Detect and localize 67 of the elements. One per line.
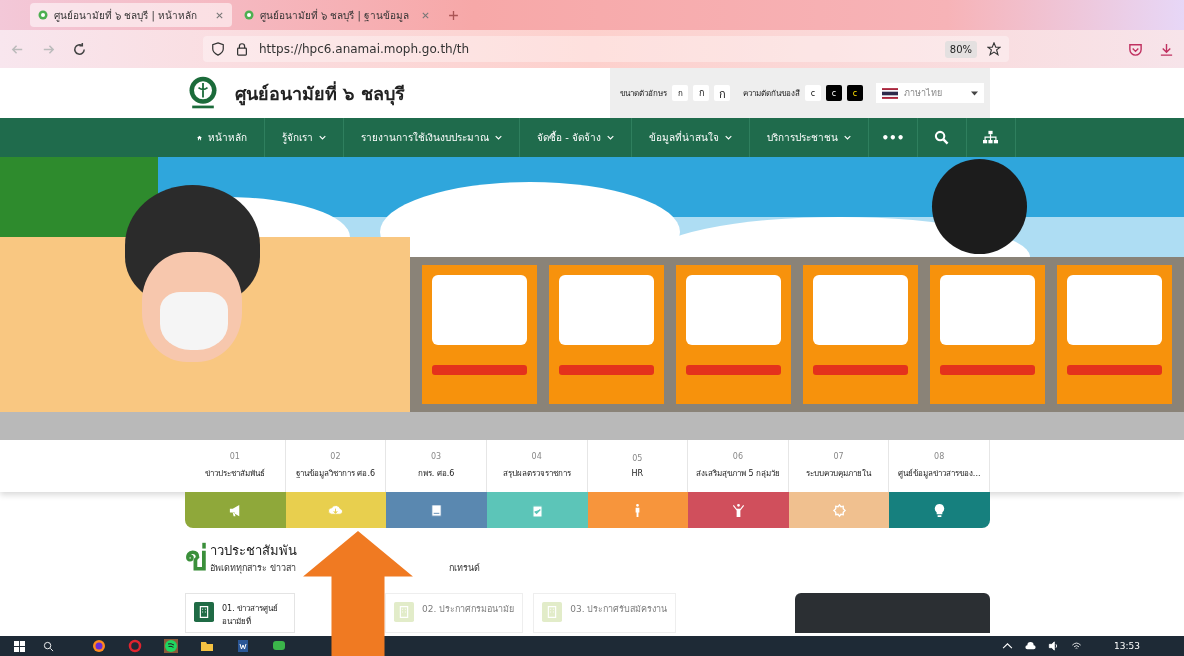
- wifi-icon[interactable]: [1071, 641, 1083, 651]
- chevron-icon: [724, 135, 732, 140]
- flag-icon: [882, 87, 898, 99]
- category-tile[interactable]: [587, 492, 689, 528]
- ring-icon[interactable]: [128, 639, 142, 653]
- category-tile[interactable]: [688, 492, 789, 528]
- category-tile[interactable]: [285, 492, 387, 528]
- news-tab[interactable]: 03. ประกาศรับสมัครงาน: [533, 593, 677, 633]
- browser-tab[interactable]: ศูนย์อนามัยที่ ๖ ชลบุรี | หน้าหลัก: [30, 3, 232, 27]
- contrast-button[interactable]: c: [805, 85, 821, 101]
- building-icon: [542, 602, 563, 622]
- chevron-icon: [495, 135, 502, 140]
- category-tile[interactable]: [185, 492, 286, 528]
- font-size-button[interactable]: ก: [714, 85, 730, 101]
- zoom-level[interactable]: 80%: [944, 40, 977, 58]
- contrast-button[interactable]: c: [847, 85, 863, 101]
- contrast-label: ความตัดกันของสี: [743, 87, 800, 100]
- document-icon[interactable]: [236, 639, 250, 653]
- building-icon: [394, 602, 414, 622]
- category-tile[interactable]: [486, 492, 588, 528]
- music-app-icon[interactable]: [164, 639, 178, 653]
- download-icon[interactable]: [1159, 41, 1174, 57]
- globe-icon: [38, 10, 48, 20]
- section-subtitle: กเทรนด์: [449, 562, 480, 575]
- building-icon: [194, 602, 214, 622]
- new-tab-icon[interactable]: [448, 9, 459, 21]
- sitemap-icon: [983, 130, 999, 145]
- font-size-label: ขนาดตัวอักษร: [620, 87, 667, 100]
- clock-time[interactable]: 13:53: [1114, 641, 1140, 651]
- category-icon: [328, 502, 344, 518]
- category-tile[interactable]: [788, 492, 890, 528]
- search-icon[interactable]: [43, 640, 54, 652]
- category-tile[interactable]: [889, 492, 990, 528]
- section-heading: าวประชาสัมพัน: [210, 542, 298, 560]
- shield-icon: [211, 42, 225, 56]
- site-title: ศูนย์อนามัยที่ ๖ ชลบุรี: [235, 80, 405, 108]
- lock-icon: [235, 42, 249, 56]
- section-heading-initial: ข่: [185, 541, 208, 575]
- font-size-button[interactable]: ก: [672, 85, 688, 101]
- chevron-icon: [319, 135, 326, 140]
- folder-icon[interactable]: [200, 639, 214, 653]
- category-tile[interactable]: [386, 492, 487, 528]
- cloud-icon[interactable]: [1025, 641, 1037, 651]
- reload-icon[interactable]: [72, 41, 87, 57]
- pocket-icon[interactable]: [1128, 41, 1143, 57]
- close-icon[interactable]: [215, 10, 224, 20]
- category-icon: [730, 502, 746, 518]
- category-icon: [429, 502, 445, 518]
- browser-tab[interactable]: ศูนย์อนามัยที่ ๖ ชลบุรี | ฐานข้อมูล: [236, 3, 438, 27]
- chevron-up-icon[interactable]: [1002, 641, 1014, 651]
- news-tab[interactable]: 02. ประกาศกรมอนามัย: [385, 593, 524, 633]
- chevron-icon: [606, 135, 614, 140]
- contrast-button[interactable]: c: [826, 85, 842, 101]
- search-icon: [934, 130, 950, 145]
- section-subtitle: อัพเดททุกสาระ ข่าวสา: [210, 562, 296, 575]
- chevron-icon: [843, 135, 851, 140]
- globe-icon: [244, 10, 254, 20]
- category-icon: [831, 502, 847, 518]
- font-size-button[interactable]: ก: [693, 85, 709, 101]
- speaker-icon[interactable]: [1048, 641, 1060, 651]
- star-icon[interactable]: [987, 42, 1001, 56]
- news-tab[interactable]: 01. ข่าวสารศูนย์อนามัยที่: [185, 593, 295, 633]
- language-dropdown[interactable]: ภาษาไทย: [876, 83, 984, 103]
- windows-icon[interactable]: [14, 640, 25, 652]
- banner-drawing[interactable]: [0, 157, 1184, 440]
- address-bar[interactable]: https://hpc6.anamai.moph.go.th/th 80%: [203, 36, 1009, 62]
- caret-icon: [971, 90, 978, 96]
